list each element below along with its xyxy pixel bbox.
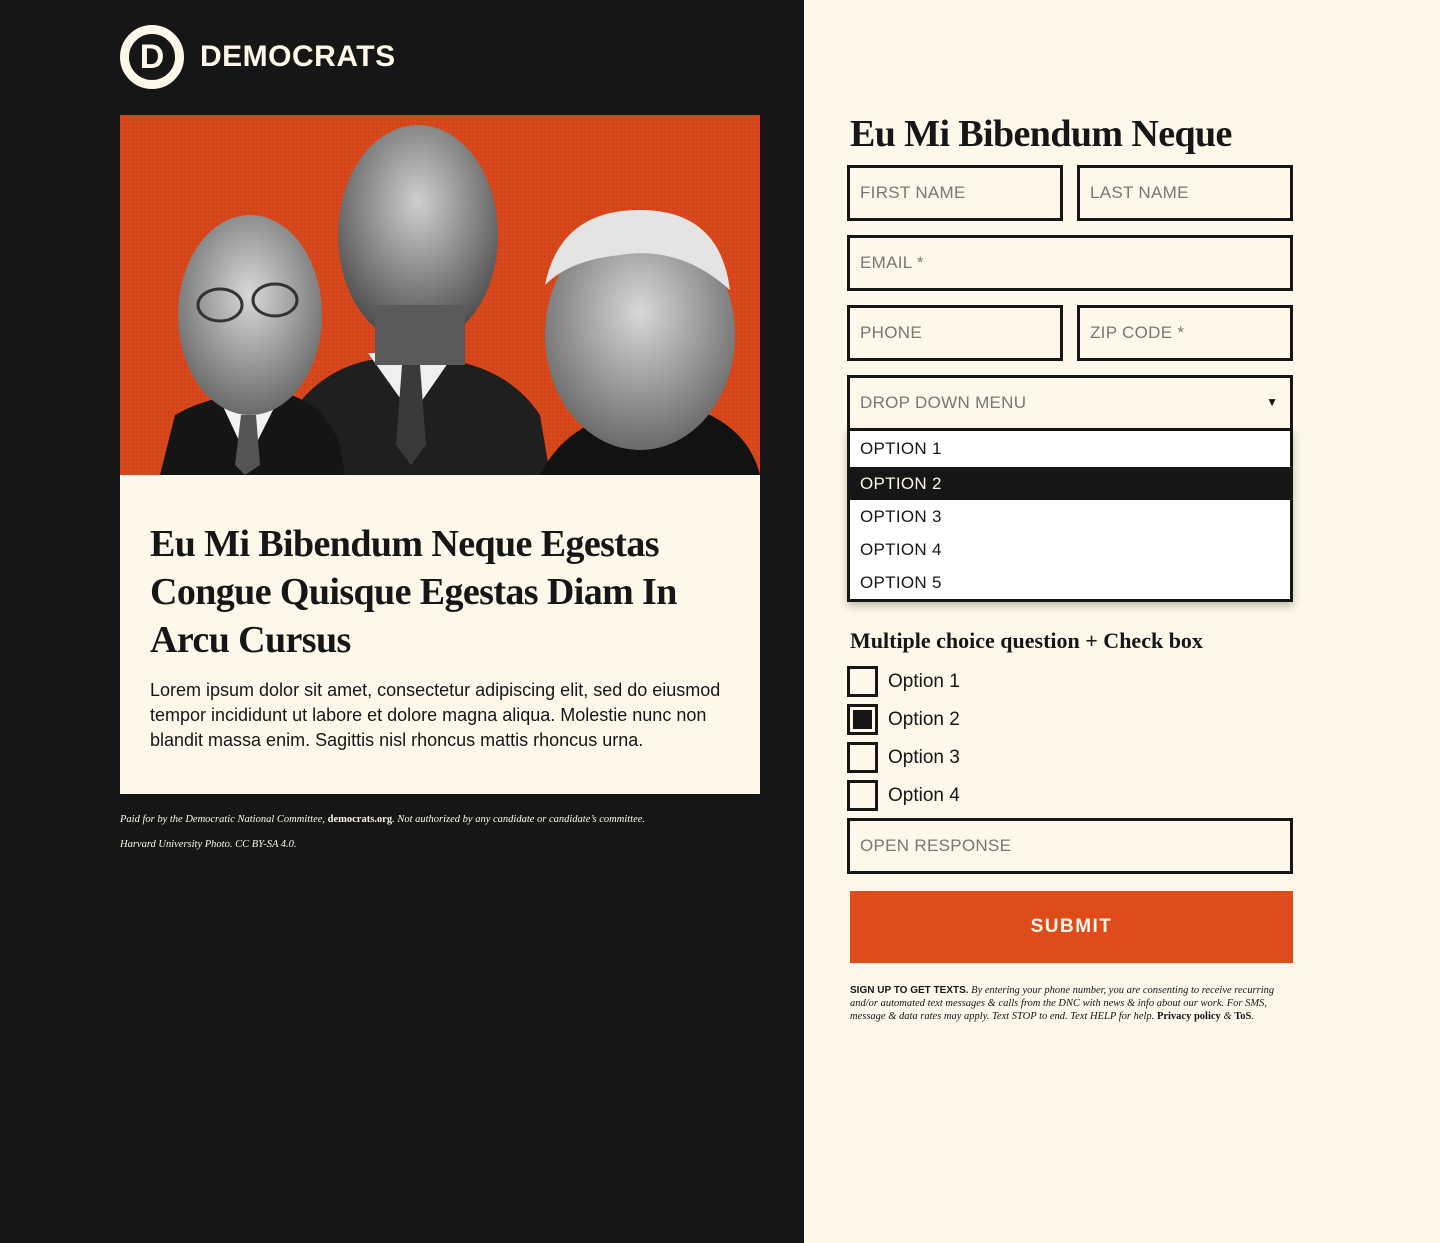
hero-photo-illustration [120,115,760,475]
dropdown-option[interactable]: OPTION 4 [850,533,1290,566]
last-name-input[interactable] [1090,183,1290,203]
form-title: Eu Mi Bibendum Neque [850,113,1232,155]
tos-link[interactable]: ToS [1234,1011,1251,1022]
open-response-field[interactable] [847,818,1293,874]
phone-input[interactable] [860,323,1060,343]
sms-end: . [1251,1011,1254,1022]
paid-for-disclaimer: Paid for by the Democratic National Comm… [120,813,760,826]
logo-letter: D [139,38,165,76]
content-card: Eu Mi Bibendum Neque Egestas Congue Quis… [120,475,760,794]
dropdown-select[interactable]: DROP DOWN MENU ▼ [847,375,1293,431]
hero-image [120,115,760,475]
checkbox-option-1[interactable]: Option 1 [847,666,960,697]
sms-lead: SIGN UP TO GET TEXTS. [850,985,969,996]
privacy-policy-link[interactable]: Privacy policy [1157,1011,1221,1022]
democrats-org-link[interactable]: democrats.org [328,814,392,825]
last-name-field[interactable] [1077,165,1293,221]
dropdown-option[interactable]: OPTION 5 [850,566,1290,599]
sms-disclaimer: SIGN UP TO GET TEXTS. By entering your p… [850,984,1296,1023]
dropdown-option-highlighted[interactable]: OPTION 2 [850,467,1290,500]
checkbox-label[interactable]: Option 4 [888,785,960,807]
photo-credit: Harvard University Photo. CC BY-SA 4.0. [120,839,297,850]
left-panel: D DEMOCRATS Eu Mi Bibendum Neque Egestas… [0,0,804,1243]
checkbox-option-3[interactable]: Option 3 [847,742,960,773]
zip-code-field[interactable] [1077,305,1293,361]
checkbox-option-2[interactable]: Option 2 [847,704,960,735]
checkbox[interactable] [847,666,878,697]
checkbox-checked[interactable] [847,704,878,735]
sms-amp: & [1220,1011,1235,1022]
checkbox[interactable] [847,780,878,811]
card-title: Eu Mi Bibendum Neque Egestas Congue Quis… [150,523,677,661]
checkbox[interactable] [847,742,878,773]
dropdown-label: DROP DOWN MENU [860,393,1027,412]
card-body: Lorem ipsum dolor sit amet, consectetur … [150,680,721,750]
dropdown-option[interactable]: OPTION 1 [850,431,1290,467]
logo-mark-icon: D [120,25,184,89]
dropdown-option[interactable]: OPTION 3 [850,500,1290,533]
logo[interactable]: D DEMOCRATS [120,25,396,89]
zip-code-input[interactable] [1090,323,1290,343]
multiple-choice-title: Multiple choice question + Check box [850,628,1203,653]
checkbox-label[interactable]: Option 1 [888,671,960,693]
email-field[interactable] [847,235,1293,291]
email-input[interactable] [860,253,1290,273]
first-name-field[interactable] [847,165,1063,221]
logo-text: DEMOCRATS [200,40,396,73]
first-name-input[interactable] [860,183,1060,203]
dropdown-options-list: OPTION 1 OPTION 2 OPTION 3 OPTION 4 OPTI… [847,429,1293,602]
disclaimer-prefix: Paid for by the Democratic National Comm… [120,814,328,825]
disclaimer-suffix: . Not authorized by any candidate or can… [392,814,646,825]
checkbox-label[interactable]: Option 2 [888,709,960,731]
checkbox-option-4[interactable]: Option 4 [847,780,960,811]
dropdown-arrow-icon[interactable]: ▼ [1266,395,1278,409]
phone-field[interactable] [847,305,1063,361]
open-response-input[interactable] [860,836,1290,856]
checkbox-label[interactable]: Option 3 [888,747,960,769]
submit-button[interactable]: SUBMIT [850,891,1293,963]
